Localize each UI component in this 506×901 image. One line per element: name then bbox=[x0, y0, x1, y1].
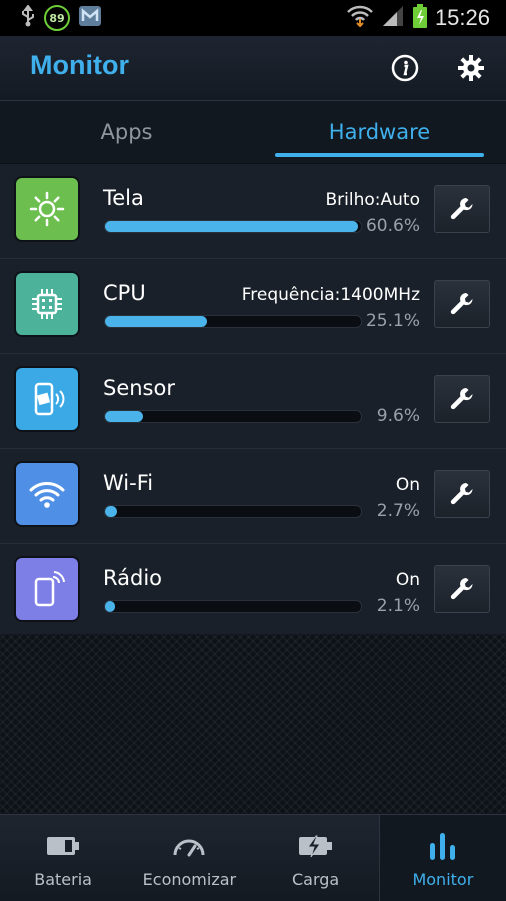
tab-apps[interactable]: Apps bbox=[0, 101, 253, 163]
cpu-settings-button[interactable] bbox=[434, 280, 490, 328]
battery-icon bbox=[46, 828, 80, 864]
usage-bar-fill bbox=[105, 601, 116, 612]
usage-bar bbox=[104, 600, 362, 613]
clock: 15:26 bbox=[434, 5, 490, 30]
item-detail: On bbox=[395, 475, 420, 495]
nav-monitor[interactable]: Monitor bbox=[378, 815, 506, 901]
gear-icon bbox=[458, 55, 484, 81]
wifi-status-icon bbox=[347, 5, 373, 31]
sun-icon bbox=[16, 178, 78, 240]
info-icon bbox=[391, 54, 419, 82]
usage-bar bbox=[104, 220, 362, 233]
item-name: Sensor bbox=[103, 376, 175, 400]
item-detail: Frequência:1400MHz bbox=[241, 285, 420, 305]
gauge-icon bbox=[172, 828, 206, 864]
usage-bar-fill bbox=[105, 411, 144, 422]
usage-percent: 2.1% bbox=[376, 596, 420, 616]
list-item-wifi[interactable]: Wi-Fi On 2.7% bbox=[0, 449, 506, 544]
nav-label: Bateria bbox=[34, 870, 92, 889]
usage-bar bbox=[104, 315, 362, 328]
tela-settings-button[interactable] bbox=[434, 185, 490, 233]
usage-bar-fill bbox=[105, 506, 117, 517]
nav-carga[interactable]: Carga bbox=[253, 815, 379, 901]
charge-icon bbox=[298, 828, 334, 864]
battery-status-icon bbox=[412, 4, 427, 32]
wrench-icon bbox=[450, 293, 473, 315]
item-detail: On bbox=[395, 570, 420, 590]
radio-settings-button[interactable] bbox=[434, 565, 490, 613]
nav-label: Carga bbox=[292, 870, 340, 889]
item-name: Tela bbox=[103, 186, 144, 210]
list-item-radio[interactable]: Rádio On 2.1% bbox=[0, 544, 506, 639]
usage-bar bbox=[104, 505, 362, 518]
status-bar: 89 15:26 bbox=[0, 0, 506, 36]
background-texture bbox=[0, 634, 506, 814]
wrench-icon bbox=[450, 198, 473, 220]
bars-icon bbox=[428, 828, 458, 864]
chip-icon bbox=[16, 273, 78, 335]
wrench-icon bbox=[450, 483, 473, 505]
hardware-list: Tela Brilho:Auto 60.6% CPU Frequência:14… bbox=[0, 164, 506, 639]
tab-bar: Apps Hardware bbox=[0, 101, 506, 163]
nav-bateria[interactable]: Bateria bbox=[0, 815, 126, 901]
nav-label: Monitor bbox=[412, 870, 474, 889]
wifi-settings-button[interactable] bbox=[434, 470, 490, 518]
item-name: Rádio bbox=[103, 566, 163, 590]
list-item-cpu[interactable]: CPU Frequência:1400MHz 25.1% bbox=[0, 259, 506, 354]
nav-label: Economizar bbox=[142, 870, 237, 889]
list-item-tela[interactable]: Tela Brilho:Auto 60.6% bbox=[0, 164, 506, 259]
item-name: CPU bbox=[103, 281, 146, 305]
usage-percent: 2.7% bbox=[376, 501, 420, 521]
settings-button[interactable] bbox=[455, 52, 487, 84]
phone-sensor-icon bbox=[16, 368, 78, 430]
wrench-icon bbox=[450, 388, 473, 410]
item-detail: Brilho:Auto bbox=[325, 190, 420, 210]
tab-hardware[interactable]: Hardware bbox=[253, 101, 506, 163]
usb-icon bbox=[20, 4, 36, 31]
phone-radio-icon bbox=[16, 558, 78, 620]
bottom-nav: Bateria Economizar Carga Monitor bbox=[0, 814, 506, 901]
wifi-icon bbox=[16, 463, 78, 525]
usage-percent: 60.6% bbox=[365, 216, 420, 236]
usage-percent: 25.1% bbox=[365, 311, 420, 331]
usage-bar-fill bbox=[105, 221, 359, 232]
signal-icon bbox=[381, 5, 405, 31]
nav-economizar[interactable]: Economizar bbox=[126, 815, 252, 901]
app-notification-icon bbox=[78, 5, 102, 31]
sensor-settings-button[interactable] bbox=[434, 375, 490, 423]
usage-bar-fill bbox=[105, 316, 208, 327]
list-item-sensor[interactable]: Sensor 9.6% bbox=[0, 354, 506, 449]
item-name: Wi-Fi bbox=[103, 471, 154, 495]
app-header: Monitor bbox=[0, 36, 506, 101]
page-title: Monitor bbox=[30, 50, 129, 80]
usage-percent: 9.6% bbox=[376, 406, 420, 426]
usage-bar bbox=[104, 410, 362, 423]
info-button[interactable] bbox=[389, 52, 421, 84]
notification-badge: 89 bbox=[44, 5, 70, 31]
wrench-icon bbox=[450, 578, 473, 600]
